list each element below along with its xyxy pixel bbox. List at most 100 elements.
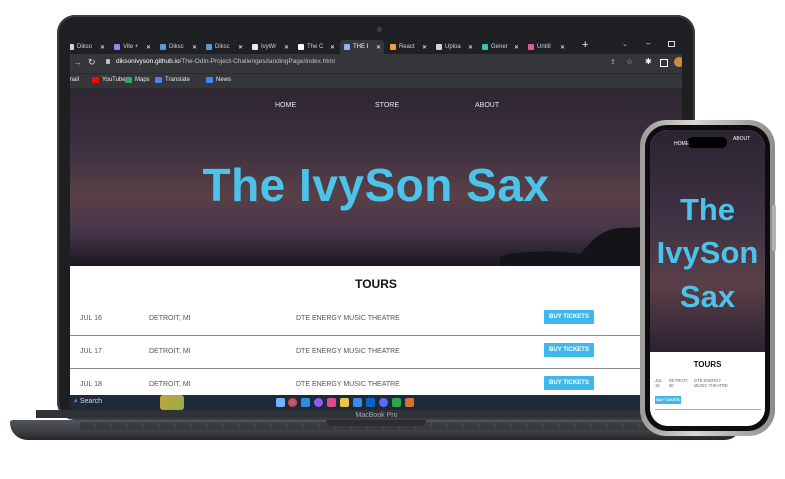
close-icon[interactable]: ✕ bbox=[468, 44, 473, 51]
close-icon[interactable]: ✕ bbox=[192, 44, 197, 51]
browser-tab[interactable]: Dikso ✕ bbox=[70, 40, 108, 54]
mail-icon[interactable] bbox=[353, 398, 362, 407]
close-icon[interactable]: ✕ bbox=[514, 44, 519, 51]
tab-favicon-icon bbox=[298, 44, 304, 50]
browser-tab[interactable]: React ✕ bbox=[386, 40, 430, 54]
close-icon[interactable]: ✕ bbox=[146, 44, 151, 51]
bookmark-icon bbox=[92, 77, 99, 83]
bookmark-label: News bbox=[216, 77, 232, 83]
tour-date: JUL 16 bbox=[80, 315, 102, 322]
tab-label: Diksc bbox=[215, 44, 230, 50]
close-icon[interactable]: ✕ bbox=[376, 44, 381, 51]
tour-venue: DTE ENERGY MUSIC THEATRE bbox=[296, 348, 400, 355]
linkedin-icon[interactable] bbox=[366, 398, 375, 407]
tour-venue: DTE ENERGY MUSIC THEATRE bbox=[296, 381, 400, 388]
browser-tab[interactable]: IvyWr ✕ bbox=[248, 40, 292, 54]
tab-favicon-icon bbox=[114, 44, 120, 50]
bookmark-item[interactable]: mail bbox=[70, 77, 79, 83]
app-active-icon[interactable] bbox=[405, 398, 414, 407]
tours-section: TOURS JUL 16 DETROIT, MI DTE ENERGY MUSIC … bbox=[70, 266, 682, 410]
chrome-icon[interactable] bbox=[288, 398, 297, 407]
bookmarks-bar: mail YouTube Maps Translate News bbox=[70, 73, 682, 88]
phone-tour-date: JUL 16 bbox=[655, 378, 663, 389]
phone-hero-title: The IvySon Sax bbox=[650, 188, 765, 318]
tab-favicon-icon bbox=[390, 44, 396, 50]
nav-about[interactable]: ABOUT bbox=[475, 102, 499, 109]
taskbar-search[interactable]: ⌕ Search bbox=[74, 398, 102, 406]
windows-start-icon[interactable] bbox=[276, 398, 285, 407]
phone-tours-section: TOURS JUL 16 DETROIT, MI DTE ENERGY MUSIC T… bbox=[650, 352, 765, 426]
browser-icon[interactable] bbox=[379, 398, 388, 407]
tab-label: React bbox=[399, 44, 415, 50]
bookmark-item[interactable]: News bbox=[206, 77, 231, 83]
share-icon[interactable]: ⇪ bbox=[610, 58, 616, 66]
tab-label: Vite + bbox=[123, 44, 139, 50]
browser-tab[interactable]: Uploa ✕ bbox=[432, 40, 476, 54]
phone-nav-about[interactable]: ABOUT bbox=[733, 136, 750, 142]
profile-avatar[interactable] bbox=[674, 57, 682, 67]
tab-label: Dikso bbox=[77, 44, 93, 50]
minimize-icon[interactable]: – bbox=[646, 39, 650, 48]
tab-label: Gener bbox=[491, 44, 508, 50]
maps-icon[interactable] bbox=[392, 398, 401, 407]
browser-tab[interactable]: Diksc ✕ bbox=[156, 40, 200, 54]
phone-title-line: The bbox=[679, 192, 736, 227]
file-explorer-icon[interactable] bbox=[340, 398, 349, 407]
hero-section: HOME STORE ABOUT The IvySon Sax bbox=[70, 88, 682, 266]
close-icon[interactable]: ✕ bbox=[330, 44, 335, 51]
browser-tab[interactable]: Diksc ✕ bbox=[202, 40, 246, 54]
buy-tickets-button[interactable]: BUY TICKETS bbox=[544, 343, 594, 357]
phone-title-line: IvySon bbox=[656, 235, 759, 271]
tours-heading: TOURS bbox=[355, 277, 397, 291]
restore-icon[interactable] bbox=[668, 41, 675, 47]
phone-tour-venue: DTE ENERGY MUSIC THEATRE bbox=[694, 378, 728, 389]
forward-icon[interactable]: → bbox=[73, 57, 82, 67]
webcam bbox=[377, 27, 382, 32]
tab-favicon-icon bbox=[160, 44, 166, 50]
tab-favicon-icon bbox=[528, 44, 534, 50]
buy-tickets-button[interactable]: BUY TICKETS bbox=[544, 376, 594, 390]
tour-venue: DTE ENERGY MUSIC THEATRE bbox=[296, 315, 400, 322]
browser-tab[interactable]: Vite + ✕ bbox=[110, 40, 154, 54]
tab-label: The C bbox=[307, 44, 324, 50]
bookmark-icon bbox=[206, 77, 213, 83]
tab-favicon-icon bbox=[344, 44, 350, 50]
close-icon[interactable]: ✕ bbox=[284, 44, 289, 51]
vscode-icon[interactable] bbox=[301, 398, 310, 407]
close-icon[interactable]: ✕ bbox=[422, 44, 427, 51]
url-field[interactable]: diksonivyson.github.io/The-Odin-Project-… bbox=[116, 58, 335, 65]
tab-favicon-icon bbox=[70, 44, 74, 50]
phone-buy-tickets-button[interactable]: BUY TICKETS bbox=[655, 396, 681, 404]
phone-hero: HOME ABOUT The IvySon Sax bbox=[650, 130, 765, 352]
bookmark-item[interactable]: YouTube bbox=[92, 77, 126, 83]
weather-widget[interactable] bbox=[160, 395, 184, 410]
close-icon[interactable]: ✕ bbox=[100, 44, 105, 51]
bookmark-item[interactable]: Maps bbox=[125, 77, 150, 83]
close-icon[interactable]: ✕ bbox=[560, 44, 565, 51]
close-icon[interactable]: ✕ bbox=[238, 44, 243, 51]
reload-icon[interactable]: ↻ bbox=[88, 57, 96, 68]
bookmark-label: YouTube bbox=[102, 77, 126, 83]
browser-tab[interactable]: THE I ✕ bbox=[340, 40, 384, 54]
tab-label: Diksc bbox=[169, 44, 184, 50]
github-desktop-icon[interactable] bbox=[314, 398, 323, 407]
tour-city: DETROIT, MI bbox=[149, 348, 191, 355]
tab-favicon-icon bbox=[436, 44, 442, 50]
browser-tab[interactable]: Gener ✕ bbox=[478, 40, 522, 54]
nav-home[interactable]: HOME bbox=[275, 102, 296, 109]
sidepanel-icon[interactable] bbox=[660, 59, 668, 67]
buy-tickets-button[interactable]: BUY TICKETS bbox=[544, 310, 594, 324]
browser-tab[interactable]: Untitl ✕ bbox=[524, 40, 568, 54]
browser-tab[interactable]: The C ✕ bbox=[294, 40, 338, 54]
tour-city: DETROIT, MI bbox=[149, 381, 191, 388]
phone-nav-home[interactable]: HOME bbox=[674, 141, 689, 147]
tab-bar: + ⌄ – Dikso ✕ Vite + ✕ Diksc ✕ Diksc ✕ IvyWr ✕ The… bbox=[70, 38, 682, 54]
new-tab-icon[interactable]: + bbox=[582, 39, 588, 51]
star-icon[interactable]: ☆ bbox=[626, 57, 633, 66]
bookmark-item[interactable]: Translate bbox=[155, 77, 190, 83]
trackpad-notch bbox=[326, 420, 426, 426]
chevron-down-icon[interactable]: ⌄ bbox=[622, 40, 628, 48]
app-icon[interactable] bbox=[327, 398, 336, 407]
extensions-icon[interactable]: ✱ bbox=[645, 57, 652, 66]
nav-store[interactable]: STORE bbox=[375, 102, 399, 109]
